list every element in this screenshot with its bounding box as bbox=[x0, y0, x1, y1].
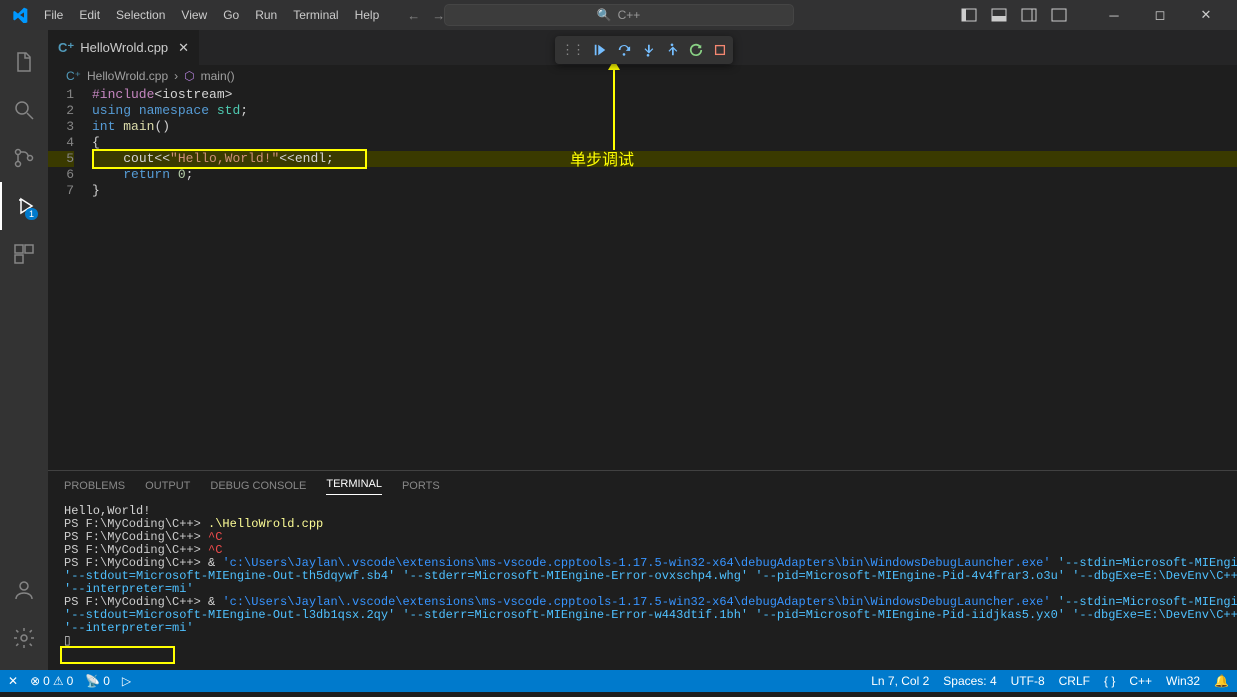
tab-hellowrold[interactable]: C⁺ HelloWrold.cpp ✕ bbox=[48, 30, 200, 65]
breadcrumb-symbol[interactable]: main() bbox=[201, 69, 235, 83]
status-position[interactable]: Ln 7, Col 2 bbox=[871, 674, 929, 688]
minimize-button[interactable]: ─ bbox=[1091, 0, 1137, 30]
status-bell-icon[interactable]: 🔔 bbox=[1214, 674, 1229, 688]
menu-run[interactable]: Run bbox=[247, 0, 285, 30]
annotation-text: 单步调试 bbox=[570, 146, 634, 170]
menu-bar: File Edit Selection View Go Run Terminal… bbox=[36, 0, 387, 30]
menu-terminal[interactable]: Terminal bbox=[285, 0, 346, 30]
nav-back-icon[interactable]: ← bbox=[407, 8, 420, 23]
menu-file[interactable]: File bbox=[36, 0, 71, 30]
debug-badge: 1 bbox=[25, 208, 38, 220]
source-control-icon[interactable] bbox=[0, 134, 48, 182]
debug-restart-button[interactable] bbox=[689, 43, 703, 57]
panel-tabs: PROBLEMS OUTPUT DEBUG CONSOLE TERMINAL P… bbox=[48, 471, 1237, 501]
menu-selection[interactable]: Selection bbox=[108, 0, 173, 30]
panel-tab-ports[interactable]: PORTS bbox=[402, 480, 440, 492]
close-button[interactable]: ✕ bbox=[1183, 0, 1229, 30]
status-bar: ✕ ⊗ 0 ⚠ 0 📡 0 ▷ Ln 7, Col 2 Spaces: 4 UT… bbox=[0, 670, 1237, 692]
panel-tab-output[interactable]: OUTPUT bbox=[145, 480, 190, 492]
search-activity-icon[interactable] bbox=[0, 86, 48, 134]
window-controls: ─ ◻ ✕ bbox=[1091, 0, 1229, 30]
debug-step-over-button[interactable] bbox=[617, 43, 631, 57]
status-eol[interactable]: CRLF bbox=[1059, 674, 1090, 688]
tab-close-icon[interactable]: ✕ bbox=[178, 40, 189, 56]
debug-continue-button[interactable] bbox=[593, 43, 607, 57]
command-center-text: C++ bbox=[618, 8, 641, 22]
code-editor[interactable]: 1234567 #include<iostream>using namespac… bbox=[48, 87, 1237, 470]
breadcrumb-file-icon: C⁺ bbox=[66, 69, 81, 83]
maximize-button[interactable]: ◻ bbox=[1137, 0, 1183, 30]
annotation-arrow bbox=[605, 60, 620, 150]
debug-step-out-button[interactable] bbox=[665, 43, 679, 57]
menu-view[interactable]: View bbox=[173, 0, 215, 30]
breadcrumb-file[interactable]: HelloWrold.cpp bbox=[87, 69, 168, 83]
tab-label: HelloWrold.cpp bbox=[80, 40, 168, 55]
debug-grip-icon[interactable]: ⋮⋮ bbox=[561, 42, 583, 58]
activity-bar: 1 bbox=[0, 30, 48, 670]
menu-edit[interactable]: Edit bbox=[71, 0, 108, 30]
breadcrumb-method-icon: ⬡ bbox=[184, 69, 194, 83]
settings-gear-icon[interactable] bbox=[0, 614, 48, 662]
terminal-content[interactable]: Hello,World!PS F:\MyCoding\C++> .\HelloW… bbox=[48, 501, 1237, 670]
status-ports[interactable]: 📡 0 bbox=[85, 674, 110, 688]
title-actions: ─ ◻ ✕ bbox=[961, 0, 1229, 30]
terminal-cursor-box bbox=[60, 646, 175, 664]
status-debug-icon[interactable]: ▷ bbox=[122, 674, 131, 688]
status-spaces[interactable]: Spaces: 4 bbox=[943, 674, 996, 688]
debug-toolbar[interactable]: ⋮⋮ bbox=[555, 36, 733, 64]
command-center[interactable]: 🔍 C++ bbox=[444, 4, 794, 26]
layout-customize-icon[interactable] bbox=[1051, 7, 1067, 23]
menu-go[interactable]: Go bbox=[215, 0, 247, 30]
code-content[interactable]: #include<iostream>using namespace std;in… bbox=[92, 87, 1237, 470]
status-lang-mode[interactable]: { } bbox=[1104, 674, 1115, 688]
status-errors[interactable]: ⊗ 0 ⚠ 0 bbox=[30, 674, 73, 688]
debug-step-into-button[interactable] bbox=[641, 43, 655, 57]
status-lang[interactable]: C++ bbox=[1129, 674, 1152, 688]
debug-stop-button[interactable] bbox=[713, 43, 727, 57]
nav-arrows: ← → bbox=[407, 8, 445, 23]
accounts-icon[interactable] bbox=[0, 566, 48, 614]
layout-panel-icon[interactable] bbox=[991, 7, 1007, 23]
debug-icon[interactable]: 1 bbox=[0, 182, 48, 230]
titlebar: File Edit Selection View Go Run Terminal… bbox=[0, 0, 1237, 30]
layout-sidebar-right-icon[interactable] bbox=[1021, 7, 1037, 23]
cpp-file-icon: C⁺ bbox=[58, 40, 74, 56]
explorer-icon[interactable] bbox=[0, 38, 48, 86]
vscode-logo-icon bbox=[12, 7, 28, 23]
extensions-icon[interactable] bbox=[0, 230, 48, 278]
panel-tab-debug-console[interactable]: DEBUG CONSOLE bbox=[210, 480, 306, 492]
editor-area: C⁺ HelloWrold.cpp ✕ ▷⌄ ⚙ ◫ ⋯ ⋮⋮ 单步 bbox=[48, 30, 1237, 670]
menu-help[interactable]: Help bbox=[347, 0, 388, 30]
panel-tab-terminal[interactable]: TERMINAL bbox=[326, 478, 382, 495]
chevron-icon: › bbox=[174, 69, 178, 83]
line-gutter[interactable]: 1234567 bbox=[48, 87, 92, 470]
layout-sidebar-left-icon[interactable] bbox=[961, 7, 977, 23]
status-remote[interactable]: ✕ bbox=[8, 674, 18, 688]
breadcrumb[interactable]: C⁺ HelloWrold.cpp › ⬡ main() bbox=[48, 65, 1237, 87]
search-icon: 🔍 bbox=[597, 8, 612, 22]
status-platform[interactable]: Win32 bbox=[1166, 674, 1200, 688]
status-encoding[interactable]: UTF-8 bbox=[1011, 674, 1045, 688]
bottom-panel: PROBLEMS OUTPUT DEBUG CONSOLE TERMINAL P… bbox=[48, 470, 1237, 670]
panel-tab-problems[interactable]: PROBLEMS bbox=[64, 480, 125, 492]
